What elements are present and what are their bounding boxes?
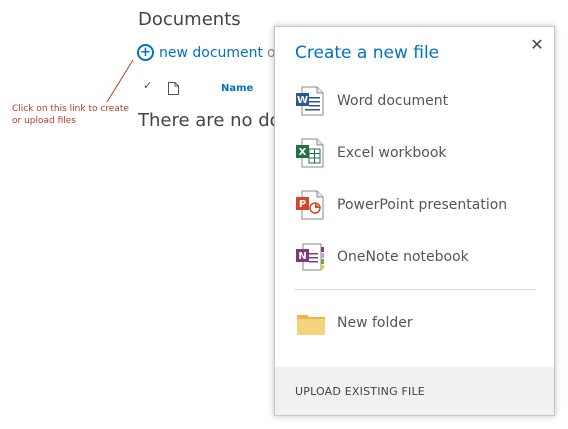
- onenote-icon: N: [296, 243, 324, 271]
- svg-text:W: W: [297, 95, 308, 106]
- menu-item-onenote-notebook[interactable]: N OneNote notebook: [295, 241, 469, 273]
- menu-item-new-folder[interactable]: New folder: [295, 307, 413, 339]
- create-file-popup: Create a new file ✕ W Word document X Ex…: [274, 26, 555, 416]
- empty-library-message: There are no do: [138, 110, 281, 131]
- page-title: Documents: [138, 9, 241, 30]
- word-icon: W: [296, 86, 324, 116]
- menu-divider: [295, 289, 535, 290]
- upload-existing-file-button[interactable]: UPLOAD EXISTING FILE: [275, 367, 554, 415]
- new-document-link[interactable]: + new document o: [137, 44, 276, 61]
- close-icon[interactable]: ✕: [528, 35, 546, 55]
- popup-title: Create a new file: [295, 43, 440, 63]
- svg-text:N: N: [298, 251, 306, 262]
- menu-item-label: Word document: [337, 93, 449, 109]
- menu-item-label: New folder: [337, 315, 413, 331]
- new-document-label[interactable]: new document: [159, 45, 263, 61]
- menu-item-label: OneNote notebook: [337, 249, 469, 265]
- menu-item-label: Excel workbook: [337, 145, 447, 161]
- excel-icon: X: [296, 138, 324, 168]
- svg-text:P: P: [299, 199, 306, 210]
- add-circle-icon[interactable]: +: [137, 44, 154, 61]
- menu-item-powerpoint-presentation[interactable]: P PowerPoint presentation: [295, 189, 507, 221]
- menu-item-word-document[interactable]: W Word document: [295, 85, 448, 117]
- annotation-note: Click on this link to create or upload f…: [12, 104, 129, 126]
- upload-label: UPLOAD EXISTING FILE: [295, 384, 425, 398]
- powerpoint-icon: P: [296, 190, 324, 220]
- column-header-name[interactable]: Name: [221, 83, 253, 94]
- svg-text:X: X: [299, 147, 307, 158]
- folder-icon: [297, 315, 325, 335]
- file-type-icon: [168, 80, 179, 99]
- menu-item-excel-workbook[interactable]: X Excel workbook: [295, 137, 447, 169]
- menu-item-label: PowerPoint presentation: [337, 197, 508, 213]
- select-all-check-icon[interactable]: ✓: [143, 79, 152, 92]
